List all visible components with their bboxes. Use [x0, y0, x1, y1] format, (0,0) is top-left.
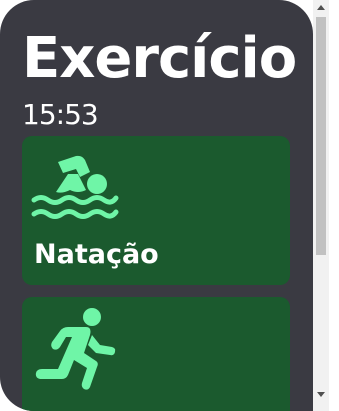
watch-screen: Exercício 15:53 Natação [0, 0, 313, 411]
scroll-down-arrow-icon[interactable] [313, 386, 329, 402]
scrollbar-thumb[interactable] [316, 17, 326, 255]
page-title: Exercício [22, 26, 297, 91]
activity-card-swimming[interactable]: Natação [22, 136, 290, 285]
activity-label-swimming: Natação [34, 239, 159, 270]
clock-time: 15:53 [22, 98, 99, 131]
vertical-scrollbar[interactable] [313, 0, 329, 411]
swimmer-icon [31, 155, 119, 219]
activity-card-running[interactable] [22, 297, 290, 411]
scroll-up-arrow-icon[interactable] [313, 0, 329, 16]
runner-icon [35, 308, 116, 390]
